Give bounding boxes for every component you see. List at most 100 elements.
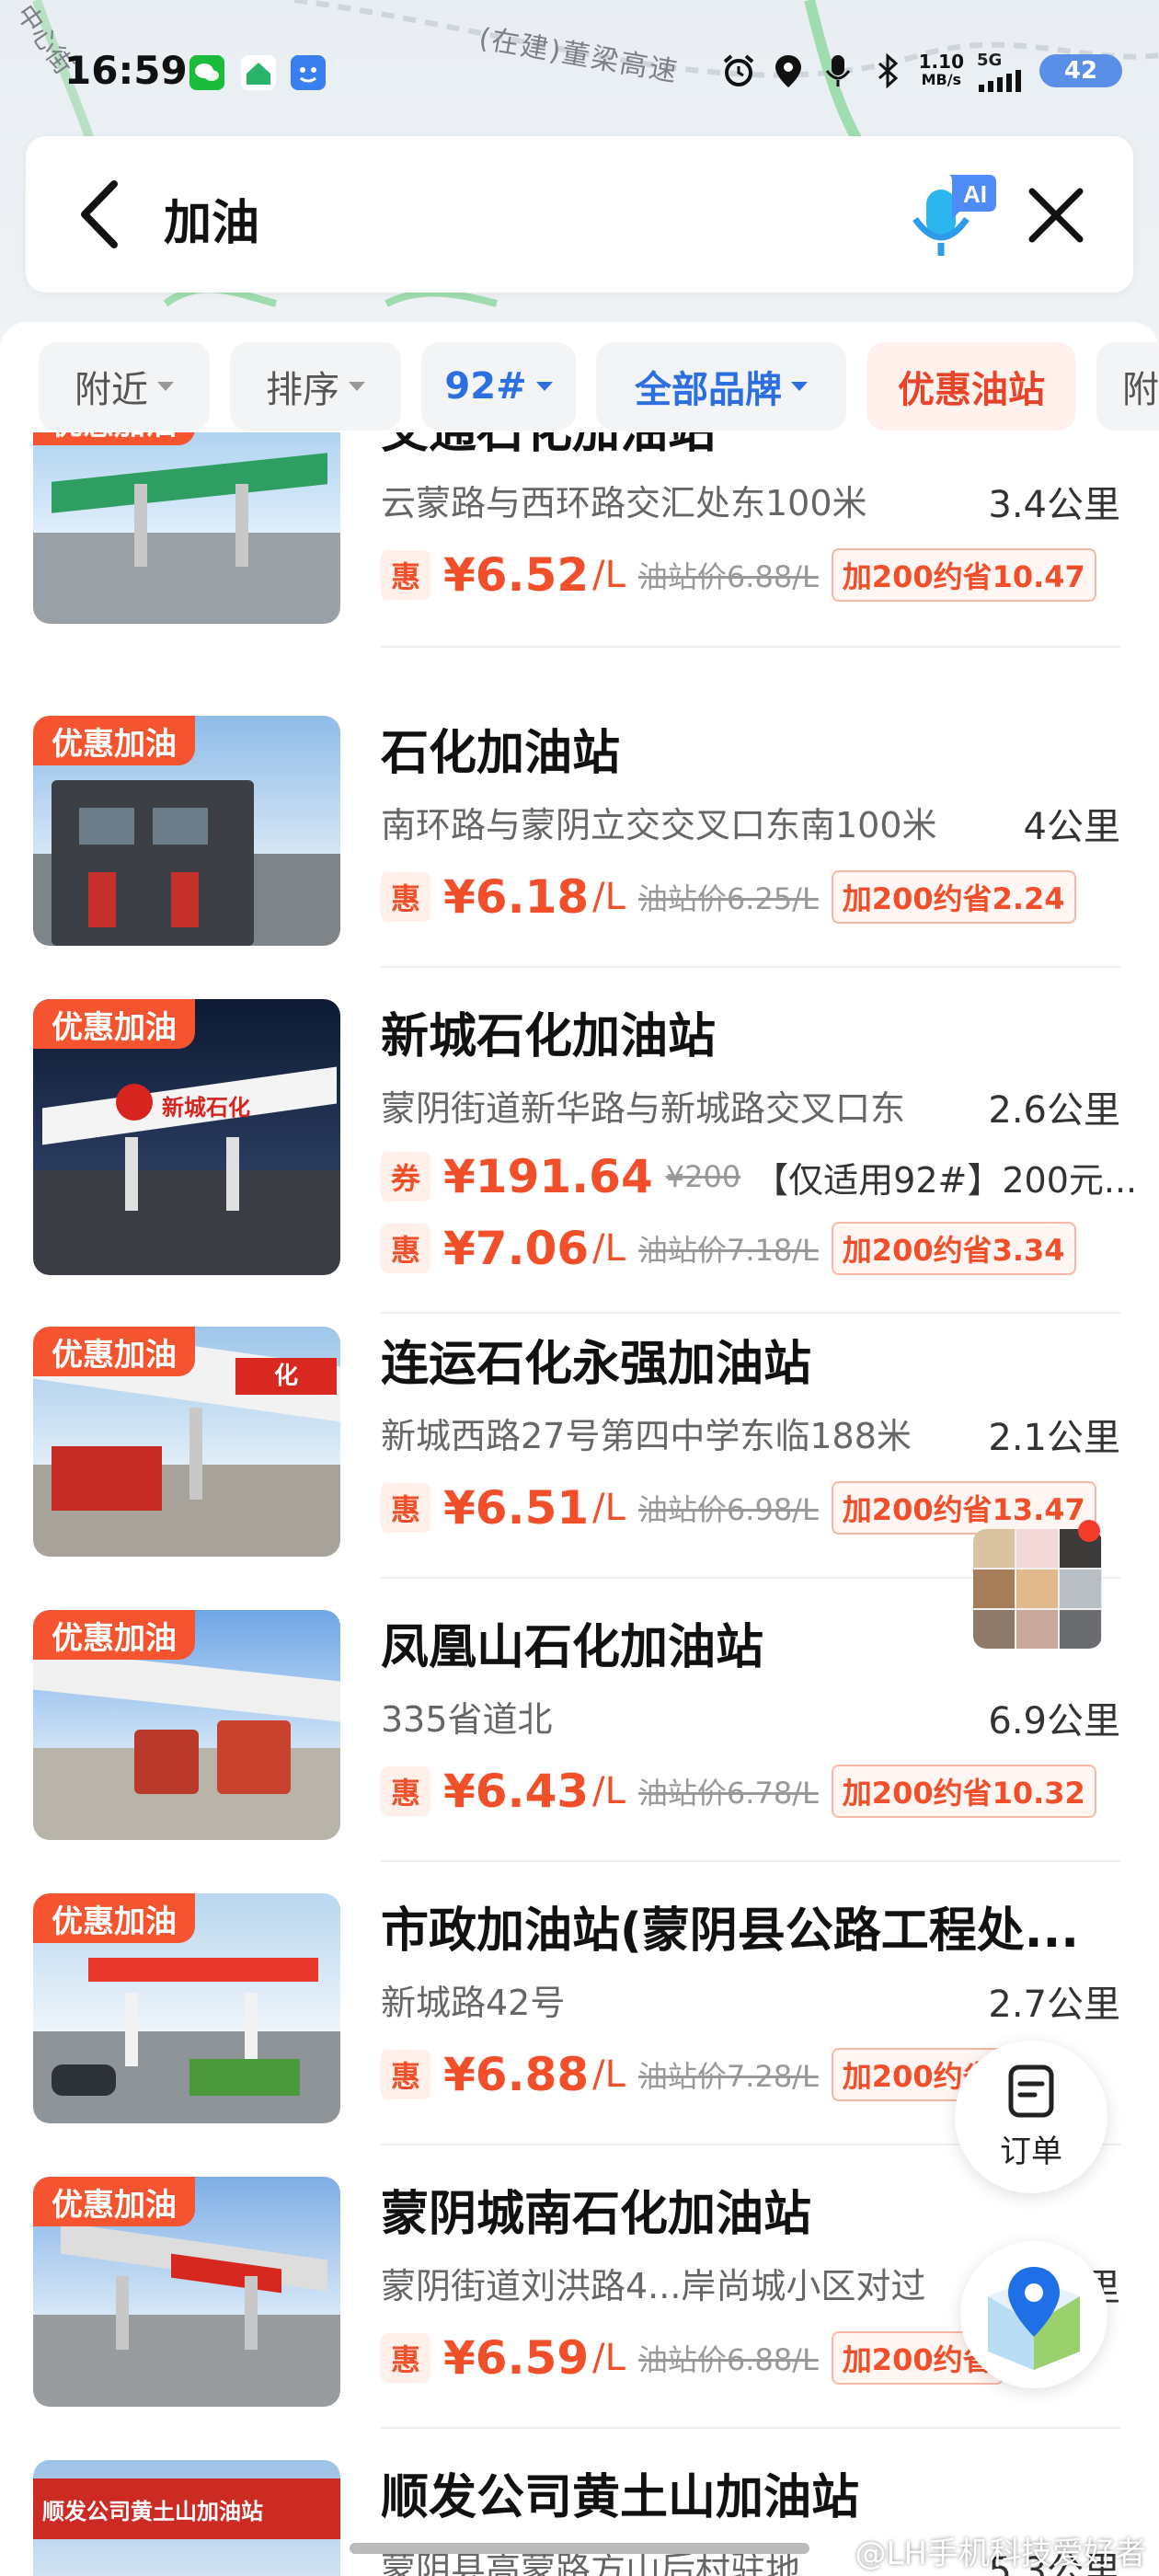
filter-sort-label: 排序 (266, 369, 339, 411)
filter-nearby-2-label: 附近 (1122, 369, 1159, 411)
du-app-icon (291, 55, 326, 90)
order-button[interactable]: 订单 (955, 2041, 1107, 2193)
search-bar: 加油 AI (26, 136, 1133, 293)
close-icon[interactable] (1019, 178, 1093, 252)
divider (381, 646, 1120, 648)
station-name: 凤凰山石化加油站 (381, 1620, 764, 1675)
station-name: 顺发公司黄土山加油站 (381, 2470, 860, 2525)
filter-brand[interactable]: 全部品牌 (596, 342, 846, 431)
station-name: 新城石化加油站 (381, 1009, 717, 1064)
map-pin-icon (988, 2267, 1080, 2370)
microphone-icon (820, 52, 856, 89)
station-address: 新城西路27号第四中学东临188米 (381, 1416, 912, 1456)
station-distance: 2.7公里 (988, 1984, 1120, 2026)
price-row: 惠 ¥6.59 /L 油站价6.88/L 加200约省 (381, 2329, 1004, 2386)
battery-indicator: 42 (1039, 54, 1122, 87)
discount-tag: 惠 (381, 1483, 430, 1533)
station-price: 油站价6.78/L (637, 1776, 819, 1811)
station-card[interactable]: 优惠加油 石化加油站 南环路与蒙阴立交交叉口东南100米 4公里 惠 ¥6.18… (0, 716, 1159, 999)
station-address: 蒙阴街道新华路与新城路交叉口东 (381, 1088, 906, 1129)
saving-tag: 加200约省3.34 (831, 1222, 1076, 1275)
search-query[interactable]: 加油 (164, 184, 259, 253)
station-name: 石化加油站 (381, 726, 621, 781)
coupon-original-price: ¥200 (665, 1159, 741, 1194)
station-photo: 优惠加油 (33, 716, 340, 946)
map-location-button[interactable] (960, 2241, 1107, 2388)
station-address: 新城路42号 (381, 1983, 566, 2023)
station-distance: 6.9公里 (988, 1700, 1120, 1742)
filter-nearby-2[interactable]: 附近 (1096, 342, 1159, 431)
filter-fuel-grade-label: 92# (444, 365, 527, 408)
station-price: 油站价6.88/L (637, 559, 819, 594)
station-price: 油站价7.28/L (637, 2059, 819, 2094)
filter-nearby-label: 附近 (75, 369, 148, 411)
coupon-row[interactable]: 券 ¥191.64 ¥200 【仅适用92#】200元... (381, 1148, 1137, 1205)
home-indicator[interactable] (350, 2543, 809, 2554)
discount-price: ¥7.06 (443, 1222, 590, 1275)
location-icon (770, 52, 807, 89)
filter-discount-stations[interactable]: 优惠油站 (866, 342, 1076, 431)
station-photo: 优惠加油 (33, 432, 340, 624)
station-price: 油站价7.18/L (637, 1233, 819, 1268)
status-icons: 1.10 MB/s 5G 42 (720, 48, 1122, 94)
ai-voice-icon[interactable]: AI (904, 164, 1005, 265)
price-row: 惠 ¥6.43 /L 油站价6.78/L 加200约省10.32 (381, 1763, 1096, 1820)
station-card[interactable]: 优惠加油 凤凰山石化加油站 335省道北 6.9公里 惠 ¥6.43 /L 油站… (0, 1610, 1159, 1893)
station-card[interactable]: 新城石化 优惠加油 新城石化加油站 蒙阴街道新华路与新城路交叉口东 2.6公里 … (0, 999, 1159, 1327)
discount-badge: 优惠加油 (33, 1893, 195, 1943)
station-photo: 顺发公司黄土山加油站 (33, 2460, 340, 2576)
filter-fuel-grade[interactable]: 92# (421, 342, 576, 431)
saving-tag: 加200约省13.47 (831, 1481, 1096, 1535)
chevron-down-icon (535, 382, 553, 391)
saving-tag: 加200约省10.32 (831, 1765, 1096, 1818)
station-distance: 3.4公里 (988, 484, 1120, 526)
price-unit: /L (592, 2337, 625, 2379)
discount-price: ¥6.88 (443, 2048, 590, 2101)
chevron-down-icon (791, 382, 808, 391)
signal-icon (979, 69, 1021, 92)
divider (381, 1860, 1120, 1862)
discount-badge: 优惠加油 (33, 1610, 195, 1660)
discount-tag: 惠 (381, 872, 430, 922)
back-arrow-icon[interactable] (72, 175, 127, 254)
svg-text:AI: AI (963, 180, 987, 208)
station-photo: 化 优惠加油 (33, 1327, 340, 1557)
net-speed-value: 1.10 (918, 51, 964, 73)
price-unit: /L (592, 2053, 625, 2096)
station-price: 油站价6.98/L (637, 1492, 819, 1527)
price-unit: /L (592, 1227, 625, 1270)
filter-bar: 附近 排序 92# 全部品牌 优惠油站 附近 (0, 322, 1159, 451)
station-photo: 优惠加油 (33, 2177, 340, 2407)
signal-group: 5G (977, 51, 1027, 92)
bluetooth-icon (869, 52, 906, 89)
alarm-icon (720, 52, 757, 89)
home-app-icon (241, 55, 276, 90)
discount-price: ¥6.43 (443, 1765, 590, 1818)
status-bar: 16:59 1.10 MB/s 5G 42 (0, 0, 1159, 138)
station-distance: 2.6公里 (988, 1089, 1120, 1132)
discount-price: ¥6.51 (443, 1481, 590, 1535)
price-unit: /L (592, 876, 625, 918)
order-icon (1008, 2064, 1054, 2117)
watermark: @LH手机科技爱好者 (855, 2536, 1146, 2572)
station-photo: 新城石化 优惠加油 (33, 999, 340, 1275)
avatar-group-widget[interactable] (973, 1529, 1102, 1649)
net-speed: 1.10 MB/s (919, 52, 964, 89)
price-unit: /L (592, 1487, 625, 1529)
discount-price: ¥6.52 (443, 548, 590, 602)
station-name: 蒙阴城南石化加油站 (381, 2187, 812, 2242)
coupon-tag: 券 (381, 1152, 430, 1202)
sign-text: 化 (235, 1358, 337, 1395)
price-row: 惠 ¥6.18 /L 油站价6.25/L 加200约省2.24 (381, 868, 1076, 926)
price-row: 惠 ¥7.06 /L 油站价7.18/L 加200约省3.34 (381, 1220, 1076, 1277)
filter-sort[interactable]: 排序 (230, 342, 401, 431)
station-card[interactable]: 优惠加油 交通石化加油站 云蒙路与西环路交汇处东100米 3.4公里 惠 ¥6.… (0, 432, 1159, 679)
chevron-down-icon (157, 382, 174, 391)
station-price: 油站价6.25/L (637, 881, 819, 916)
station-name: 交通石化加油站 (381, 432, 716, 461)
discount-badge: 优惠加油 (33, 999, 195, 1049)
filter-nearby[interactable]: 附近 (39, 342, 210, 431)
divider (381, 2427, 1120, 2429)
discount-tag: 惠 (381, 2333, 430, 2383)
station-price: 油站价6.88/L (637, 2342, 819, 2377)
